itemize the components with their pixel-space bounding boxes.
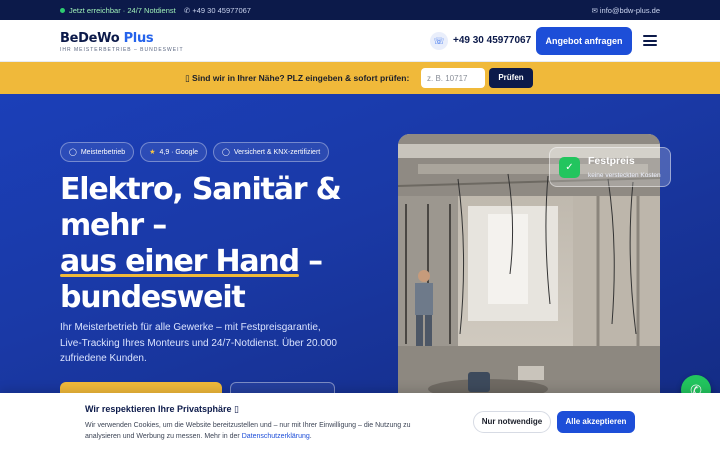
headline-dash: – [298, 244, 323, 279]
header-phone-link[interactable]: +49 30 45977067 [453, 35, 531, 46]
badge-label: 4,9 · Google [159, 148, 199, 156]
request-quote-button[interactable]: Angebot anfragen [536, 27, 632, 55]
headline-line-3: bundesweit [60, 280, 246, 315]
postcode-check-bar: ▯ Sind wir in Ihrer Nähe? PLZ eingeben &… [0, 62, 720, 94]
badge-label: Versichert & KNX-zertifiziert [233, 148, 321, 156]
headline-line-1: Elektro, Sanitär & mehr – [60, 172, 342, 243]
availability-text: Jetzt erreichbar · 24/7 Notdienst [69, 6, 176, 15]
logo-wordmark: BeDeWo Plus [60, 31, 184, 46]
shield-icon: ◯ [222, 149, 230, 156]
headline-highlight: aus einer Hand [60, 244, 300, 279]
badge-insured: ◯ Versichert & KNX-zertifiziert [213, 142, 330, 162]
status-dot-icon [60, 8, 65, 13]
cookie-text: Wir verwenden Cookies, um die Website be… [85, 420, 425, 442]
phone-icon: ☏ [430, 32, 448, 50]
fixed-price-subtitle: keine versteckten Kosten [588, 172, 661, 179]
postcode-check-button[interactable]: Prüfen [489, 68, 533, 88]
hamburger-menu-icon[interactable] [643, 35, 657, 46]
top-info-bar: Jetzt erreichbar · 24/7 Notdienst ✆ +49 … [0, 0, 720, 20]
fixed-price-card: ✓ Festpreis keine versteckten Kosten [549, 147, 671, 187]
fixed-price-title: Festpreis [588, 155, 635, 167]
availability-indicator: Jetzt erreichbar · 24/7 Notdienst [60, 6, 176, 15]
badge-google-rating: ★ 4,9 · Google [140, 142, 208, 162]
medal-icon: ◯ [69, 149, 77, 156]
topbar-email-link[interactable]: ✉ info@bdw-plus.de [591, 6, 660, 15]
postcode-prompt: ▯ Sind wir in Ihrer Nähe? PLZ eingeben &… [185, 73, 410, 83]
topbar-phone-link[interactable]: ✆ +49 30 45977067 [184, 6, 251, 15]
logo[interactable]: BeDeWo Plus IHR MEISTERBETRIEB – BUNDESW… [60, 31, 184, 53]
badge-label: Meisterbetrieb [80, 148, 126, 156]
logo-plus: Plus [123, 31, 154, 46]
badge-meisterbetrieb: ◯ Meisterbetrieb [60, 142, 135, 162]
checkmark-icon: ✓ [559, 157, 580, 178]
necessary-only-button[interactable]: Nur notwendige [473, 411, 551, 433]
accept-all-button[interactable]: Alle akzeptieren [557, 411, 635, 433]
logo-tagline: IHR MEISTERBETRIEB – BUNDESWEIT [60, 47, 184, 53]
hero-headline: Elektro, Sanitär & mehr – aus einer Hand … [60, 172, 360, 316]
trust-badges: ◯ Meisterbetrieb ★ 4,9 · Google ◯ Versic… [60, 142, 330, 162]
cookie-period: . [309, 433, 312, 440]
logo-name: BeDeWo [60, 31, 120, 46]
hero-lead-text: Ihr Meisterbetrieb für alle Gewerke – mi… [60, 322, 337, 364]
cookie-consent-banner: Wir respektieren Ihre Privatsphäre ▯ Wir… [0, 393, 720, 450]
privacy-policy-link[interactable]: Datenschutzerklärung [242, 433, 310, 440]
cookie-title: Wir respektieren Ihre Privatsphäre ▯ [85, 404, 239, 414]
site-header: BeDeWo Plus IHR MEISTERBETRIEB – BUNDESW… [0, 20, 720, 62]
star-icon: ★ [149, 149, 156, 156]
postcode-input[interactable] [421, 68, 485, 88]
